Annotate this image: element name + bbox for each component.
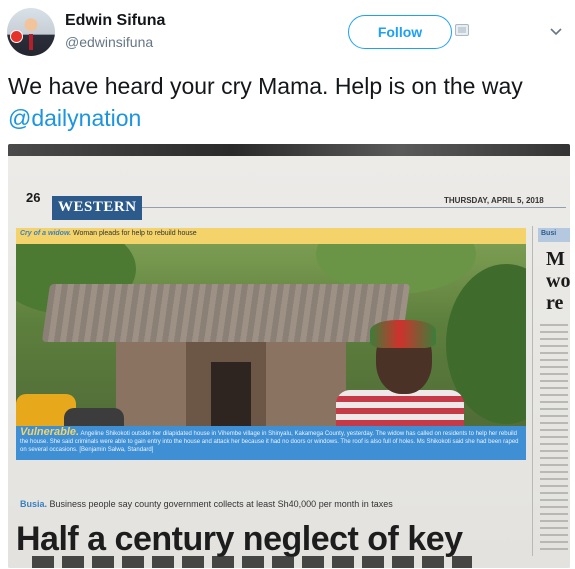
side-column-tag: Busi — [538, 228, 570, 242]
house-roof — [41, 284, 411, 342]
newspaper-page: 26 WESTERN THURSDAY, APRIL 5, 2018 Cry o… — [8, 156, 570, 568]
column-divider — [532, 226, 533, 556]
headline-second-line-cropped — [32, 556, 472, 568]
tweet-body: We have heard your cry Mama. Help is on … — [8, 73, 523, 99]
section-tag: WESTERN — [52, 196, 142, 220]
kicker-text: Woman pleads for help to rebuild house — [73, 230, 197, 237]
party-badge-icon — [10, 30, 23, 43]
tweet-header: Edwin Sifuna @edwinsifuna Follow — [0, 0, 575, 66]
author-handle[interactable]: @edwinsifuna — [65, 34, 153, 50]
photo-caption: Vulnerable. Angeline Shikokoti outside h… — [16, 426, 526, 460]
dateline: THURSDAY, APRIL 5, 2018 — [444, 196, 544, 205]
tie-icon — [29, 34, 33, 50]
story-kicker: Busia. Business people say county govern… — [20, 499, 393, 509]
mention-link[interactable]: @dailynation — [8, 105, 141, 131]
side-column-text — [540, 324, 568, 554]
news-photo — [16, 244, 526, 442]
add-user-icon[interactable] — [455, 24, 469, 36]
follow-button[interactable]: Follow — [348, 15, 452, 49]
story-kicker-text: Business people say county government co… — [49, 499, 393, 509]
tweet-text: We have heard your cry Mama. Help is on … — [8, 70, 568, 134]
caption-label: Vulnerable. — [20, 426, 80, 438]
chevron-down-icon[interactable] — [549, 24, 563, 38]
tweet-photo[interactable]: 26 WESTERN THURSDAY, APRIL 5, 2018 Cry o… — [8, 144, 570, 568]
story-place: Busia. — [20, 499, 48, 509]
kicker-label: Cry of a widow. — [20, 230, 72, 237]
side-column-headline: M wo re — [546, 248, 570, 314]
author-name[interactable]: Edwin Sifuna — [65, 12, 165, 30]
page-number: 26 — [26, 190, 41, 205]
avatar[interactable] — [7, 8, 55, 56]
caption-text: Angeline Shikokoti outside her dilapidat… — [20, 431, 519, 453]
story-headline: Half a century neglect of key — [16, 520, 463, 558]
kicker: Cry of a widow. Woman pleads for help to… — [20, 230, 197, 237]
woman-headscarf — [370, 320, 436, 348]
